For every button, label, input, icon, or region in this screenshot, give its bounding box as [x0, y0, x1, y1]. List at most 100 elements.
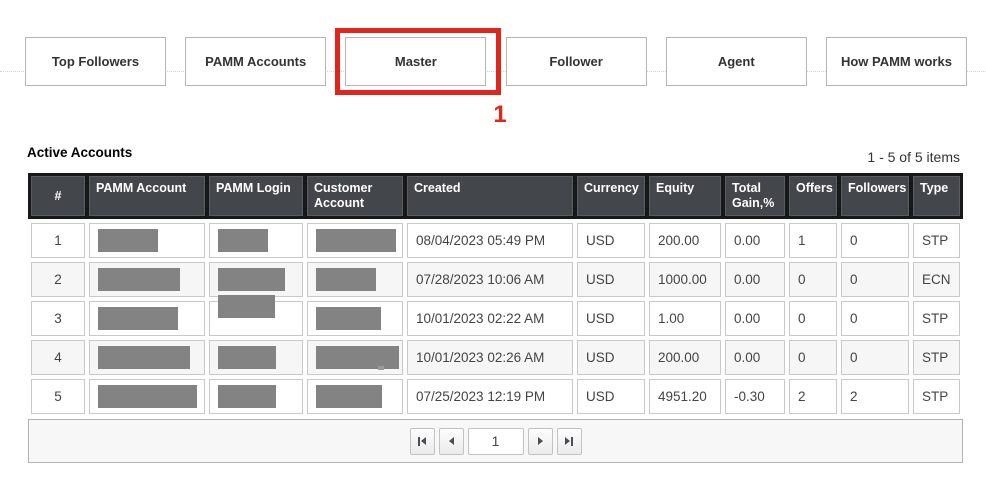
cell-total-gain: 0.00 — [725, 223, 785, 258]
cell-index: 1 — [31, 223, 85, 258]
annotation-highlight-box — [335, 28, 501, 95]
cell-offers: 0 — [789, 262, 837, 297]
cell-pamm-account — [89, 340, 205, 375]
col-header-offers: Offers — [789, 176, 837, 216]
cell-offers: 0 — [789, 301, 837, 336]
cell-type: STP — [913, 223, 960, 258]
cell-currency: USD — [577, 223, 645, 258]
cell-pamm-login — [209, 262, 303, 297]
col-header-total-gain: Total Gain,% — [725, 176, 785, 216]
table-row: 3 10/01/2023 02:22 AM USD 1.00 0.00 0 0 … — [28, 301, 963, 336]
cell-total-gain: -0.30 — [725, 379, 785, 414]
table-row: 4 10/01/2023 02:26 AM USD 200.00 0.00 0 … — [28, 340, 963, 375]
cell-index: 3 — [31, 301, 85, 336]
cell-created: 08/04/2023 05:49 PM — [407, 223, 573, 258]
cell-offers: 2 — [789, 379, 837, 414]
col-header-pamm-account: PAMM Account — [89, 176, 205, 216]
redacted-value — [316, 307, 381, 330]
col-header-type: Type — [913, 176, 960, 216]
first-page-button[interactable] — [410, 428, 435, 455]
redacted-value — [218, 385, 276, 408]
redacted-value — [316, 229, 396, 252]
cell-total-gain: 0.00 — [725, 340, 785, 375]
cell-created: 07/28/2023 10:06 AM — [407, 262, 573, 297]
tab-top-followers[interactable]: Top Followers — [25, 37, 166, 86]
cell-pamm-login — [209, 379, 303, 414]
col-header-customer-account: Customer Account — [307, 176, 403, 216]
col-header-currency: Currency — [577, 176, 645, 216]
cell-followers: 2 — [841, 379, 909, 414]
cell-customer-account — [307, 223, 403, 258]
tab-follower[interactable]: Follower — [506, 37, 647, 86]
cell-equity: 1.00 — [649, 301, 721, 336]
cell-pamm-login — [209, 340, 303, 375]
cell-customer-account — [307, 379, 403, 414]
redacted-value — [98, 229, 158, 252]
cell-created: 10/01/2023 02:26 AM — [407, 340, 573, 375]
cell-followers: 0 — [841, 301, 909, 336]
cell-equity: 1000.00 — [649, 262, 721, 297]
cell-currency: USD — [577, 262, 645, 297]
pagination-bar — [28, 419, 963, 463]
redacted-value — [316, 268, 376, 291]
cell-type: STP — [913, 301, 960, 336]
next-page-icon — [538, 437, 543, 445]
first-page-icon — [418, 437, 420, 446]
tab-how-pamm-works[interactable]: How PAMM works — [826, 37, 967, 86]
tab-pamm-accounts[interactable]: PAMM Accounts — [185, 37, 326, 86]
cell-equity: 4951.20 — [649, 379, 721, 414]
cell-pamm-account — [89, 301, 205, 336]
cell-pamm-login — [209, 301, 303, 336]
cell-equity: 200.00 — [649, 340, 721, 375]
cell-currency: USD — [577, 379, 645, 414]
last-page-button[interactable] — [557, 428, 582, 455]
pamm-dashboard: Top Followers PAMM Accounts Master Follo… — [0, 0, 986, 482]
cell-index: 5 — [31, 379, 85, 414]
prev-page-button[interactable] — [439, 428, 464, 455]
cell-followers: 0 — [841, 340, 909, 375]
cell-total-gain: 0.00 — [725, 262, 785, 297]
col-header-index: # — [31, 176, 85, 216]
col-header-created: Created — [407, 176, 573, 216]
cell-created: 10/01/2023 02:22 AM — [407, 301, 573, 336]
redacted-value — [98, 268, 180, 291]
col-header-followers: Followers — [841, 176, 909, 216]
cell-pamm-account — [89, 379, 205, 414]
cell-followers: 0 — [841, 262, 909, 297]
redacted-value — [218, 268, 285, 291]
last-page-icon — [565, 437, 570, 445]
cell-currency: USD — [577, 301, 645, 336]
next-page-button[interactable] — [528, 428, 553, 455]
cell-created: 07/25/2023 12:19 PM — [407, 379, 573, 414]
redacted-value — [316, 385, 382, 408]
cell-customer-account — [307, 262, 403, 297]
cell-index: 2 — [31, 262, 85, 297]
table-row: 5 07/25/2023 12:19 PM USD 4951.20 -0.30 … — [28, 379, 963, 414]
cell-offers: 1 — [789, 223, 837, 258]
redacted-value — [98, 307, 178, 330]
tab-agent[interactable]: Agent — [666, 37, 807, 86]
redaction-remnant — [378, 366, 384, 370]
table-row: 2 07/28/2023 10:06 AM USD 1000.00 0.00 0… — [28, 262, 963, 297]
cell-type: STP — [913, 340, 960, 375]
active-accounts-table: # PAMM Account PAMM Login Customer Accou… — [28, 173, 963, 463]
cell-currency: USD — [577, 340, 645, 375]
redacted-value — [218, 229, 268, 252]
cell-type: STP — [913, 379, 960, 414]
section-title: Active Accounts — [27, 145, 132, 160]
cell-pamm-login — [209, 223, 303, 258]
redacted-value — [316, 346, 399, 369]
cell-pamm-account — [89, 223, 205, 258]
page-number-input[interactable] — [468, 428, 524, 455]
cell-index: 4 — [31, 340, 85, 375]
redacted-value — [98, 385, 197, 408]
table-header: # PAMM Account PAMM Login Customer Accou… — [28, 173, 963, 219]
cell-pamm-account — [89, 262, 205, 297]
cell-customer-account — [307, 301, 403, 336]
redacted-value — [218, 295, 275, 318]
items-count-label: 1 - 5 of 5 items — [867, 149, 960, 165]
redacted-value — [218, 346, 276, 369]
col-header-pamm-login: PAMM Login — [209, 176, 303, 216]
cell-followers: 0 — [841, 223, 909, 258]
cell-type: ECN — [913, 262, 960, 297]
